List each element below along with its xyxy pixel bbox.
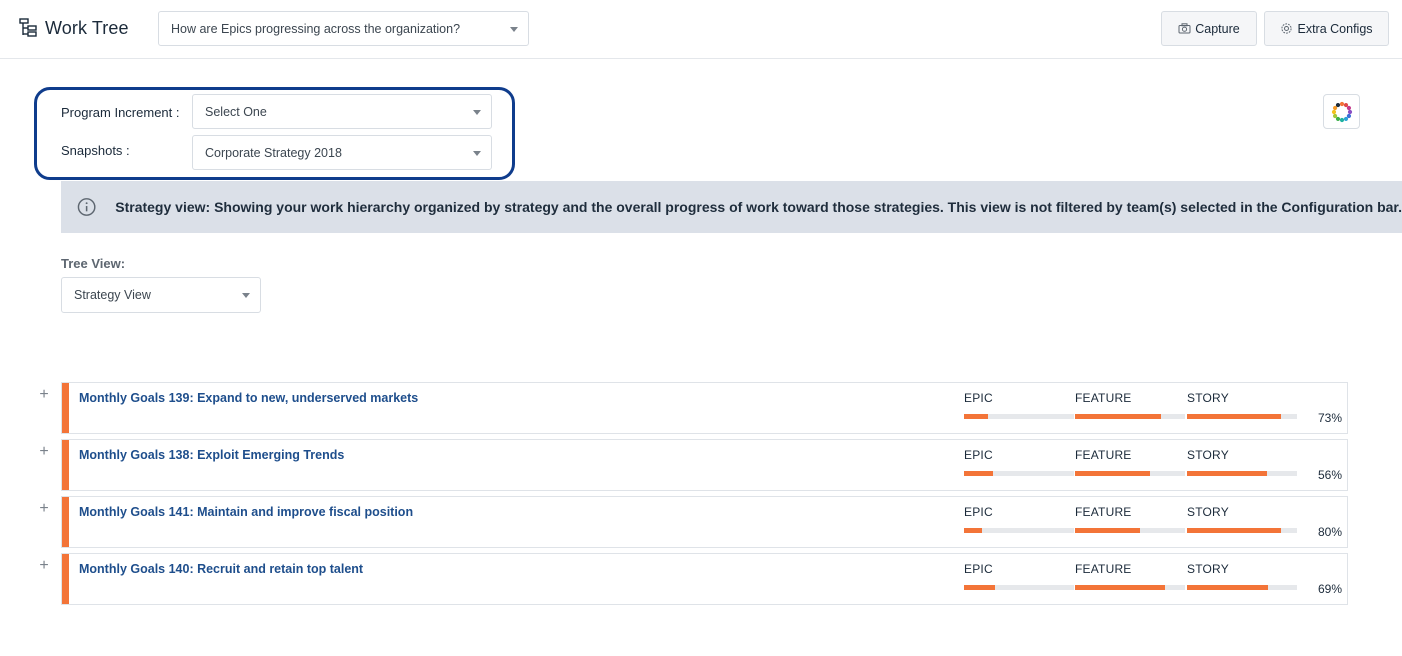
goal-row: Monthly Goals 141: Maintain and improve … <box>61 496 1348 548</box>
tree-view-value: Strategy View <box>74 288 151 302</box>
expand-icon[interactable]: + <box>38 558 50 574</box>
story-label: STORY <box>1187 562 1229 576</box>
capture-button[interactable]: Capture <box>1161 11 1257 46</box>
chevron-down-icon <box>473 109 481 115</box>
epic-progress-fill <box>964 471 993 476</box>
program-increment-select[interactable]: Select One <box>192 94 492 129</box>
question-select-value: How are Epics progressing across the org… <box>171 21 461 36</box>
expand-icon[interactable]: + <box>38 444 50 460</box>
goal-accent-bar <box>62 383 69 433</box>
epic-progress-track <box>964 471 1074 476</box>
feature-progress-fill <box>1075 471 1150 476</box>
story-progress: STORY <box>1187 448 1297 476</box>
question-select[interactable]: How are Epics progressing across the org… <box>158 11 529 46</box>
story-progress: STORY <box>1187 391 1297 419</box>
epic-label: EPIC <box>964 505 993 519</box>
epic-progress-track <box>964 414 1074 419</box>
feature-progress-track <box>1075 414 1185 419</box>
feature-progress: FEATURE <box>1075 391 1185 419</box>
color-settings-button[interactable] <box>1323 94 1360 129</box>
feature-label: FEATURE <box>1075 562 1132 576</box>
goal-title-link[interactable]: Monthly Goals 140: Recruit and retain to… <box>79 562 363 576</box>
feature-progress-track <box>1075 471 1185 476</box>
epic-progress-fill <box>964 585 995 590</box>
feature-label: FEATURE <box>1075 448 1132 462</box>
story-progress-track <box>1187 471 1297 476</box>
program-increment-label: Program Increment : <box>61 105 180 120</box>
goal-percent: 80% <box>1317 525 1342 539</box>
app-title-text: Work Tree <box>45 17 129 38</box>
story-progress: STORY <box>1187 562 1297 590</box>
snapshots-value: Corporate Strategy 2018 <box>205 145 342 160</box>
epic-progress-fill <box>964 414 989 419</box>
camera-icon <box>1178 23 1191 34</box>
goal-title-link[interactable]: Monthly Goals 141: Maintain and improve … <box>79 505 413 519</box>
tree-view-label: Tree View: <box>61 256 126 271</box>
app-title: Work Tree <box>18 15 129 41</box>
goal-row: Monthly Goals 139: Expand to new, unders… <box>61 382 1348 434</box>
epic-progress-fill <box>964 528 982 533</box>
info-icon <box>77 198 96 216</box>
story-progress-track <box>1187 528 1297 533</box>
expand-icon[interactable]: + <box>38 501 50 517</box>
chevron-down-icon <box>242 293 250 298</box>
epic-progress-track <box>964 528 1074 533</box>
expand-icon[interactable]: + <box>38 387 50 403</box>
goal-accent-bar <box>62 440 69 490</box>
goal-title-link[interactable]: Monthly Goals 139: Expand to new, unders… <box>79 391 418 405</box>
feature-progress-fill <box>1075 585 1166 590</box>
story-label: STORY <box>1187 448 1229 462</box>
extra-configs-button[interactable]: Extra Configs <box>1264 11 1389 46</box>
epic-progress-track <box>964 585 1074 590</box>
color-wheel-icon <box>1331 101 1352 122</box>
extra-configs-label: Extra Configs <box>1297 21 1373 36</box>
story-progress-track <box>1187 414 1297 419</box>
feature-label: FEATURE <box>1075 505 1132 519</box>
goal-accent-bar <box>62 554 69 604</box>
epic-progress: EPIC <box>964 505 1074 533</box>
gear-icon <box>1281 23 1293 34</box>
info-banner-text: Strategy view: Showing your work hierarc… <box>115 199 1402 215</box>
feature-progress-fill <box>1075 528 1140 533</box>
story-label: STORY <box>1187 505 1229 519</box>
program-increment-value: Select One <box>205 104 267 119</box>
feature-progress: FEATURE <box>1075 562 1185 590</box>
snapshots-label: Snapshots : <box>61 143 130 158</box>
top-header: Work Tree How are Epics progressing acro… <box>0 0 1402 59</box>
story-progress-fill <box>1187 414 1281 419</box>
work-tree-icon <box>19 18 37 37</box>
epic-progress: EPIC <box>964 391 1074 419</box>
feature-progress-track <box>1075 585 1185 590</box>
story-progress-track <box>1187 585 1297 590</box>
goal-percent: 69% <box>1317 582 1342 596</box>
goal-percent: 73% <box>1317 411 1342 425</box>
chevron-down-icon <box>510 26 518 32</box>
story-label: STORY <box>1187 391 1229 405</box>
goal-percent: 56% <box>1317 468 1342 482</box>
goal-title-link[interactable]: Monthly Goals 138: Exploit Emerging Tren… <box>79 448 344 462</box>
snapshots-select[interactable]: Corporate Strategy 2018 <box>192 135 492 170</box>
capture-label: Capture <box>1195 21 1240 36</box>
story-progress-fill <box>1187 471 1268 476</box>
epic-progress: EPIC <box>964 448 1074 476</box>
chevron-down-icon <box>473 150 481 156</box>
feature-progress-fill <box>1075 414 1161 419</box>
feature-progress: FEATURE <box>1075 448 1185 476</box>
tree-view-select[interactable]: Strategy View <box>61 277 261 313</box>
feature-progress-track <box>1075 528 1185 533</box>
epic-progress: EPIC <box>964 562 1074 590</box>
epic-label: EPIC <box>964 562 993 576</box>
epic-label: EPIC <box>964 448 993 462</box>
goal-accent-bar <box>62 497 69 547</box>
feature-progress: FEATURE <box>1075 505 1185 533</box>
story-progress-fill <box>1187 528 1281 533</box>
epic-label: EPIC <box>964 391 993 405</box>
goal-row: Monthly Goals 138: Exploit Emerging Tren… <box>61 439 1348 491</box>
goal-row: Monthly Goals 140: Recruit and retain to… <box>61 553 1348 605</box>
story-progress: STORY <box>1187 505 1297 533</box>
info-banner: Strategy view: Showing your work hierarc… <box>61 181 1402 233</box>
feature-label: FEATURE <box>1075 391 1132 405</box>
story-progress-fill <box>1187 585 1269 590</box>
